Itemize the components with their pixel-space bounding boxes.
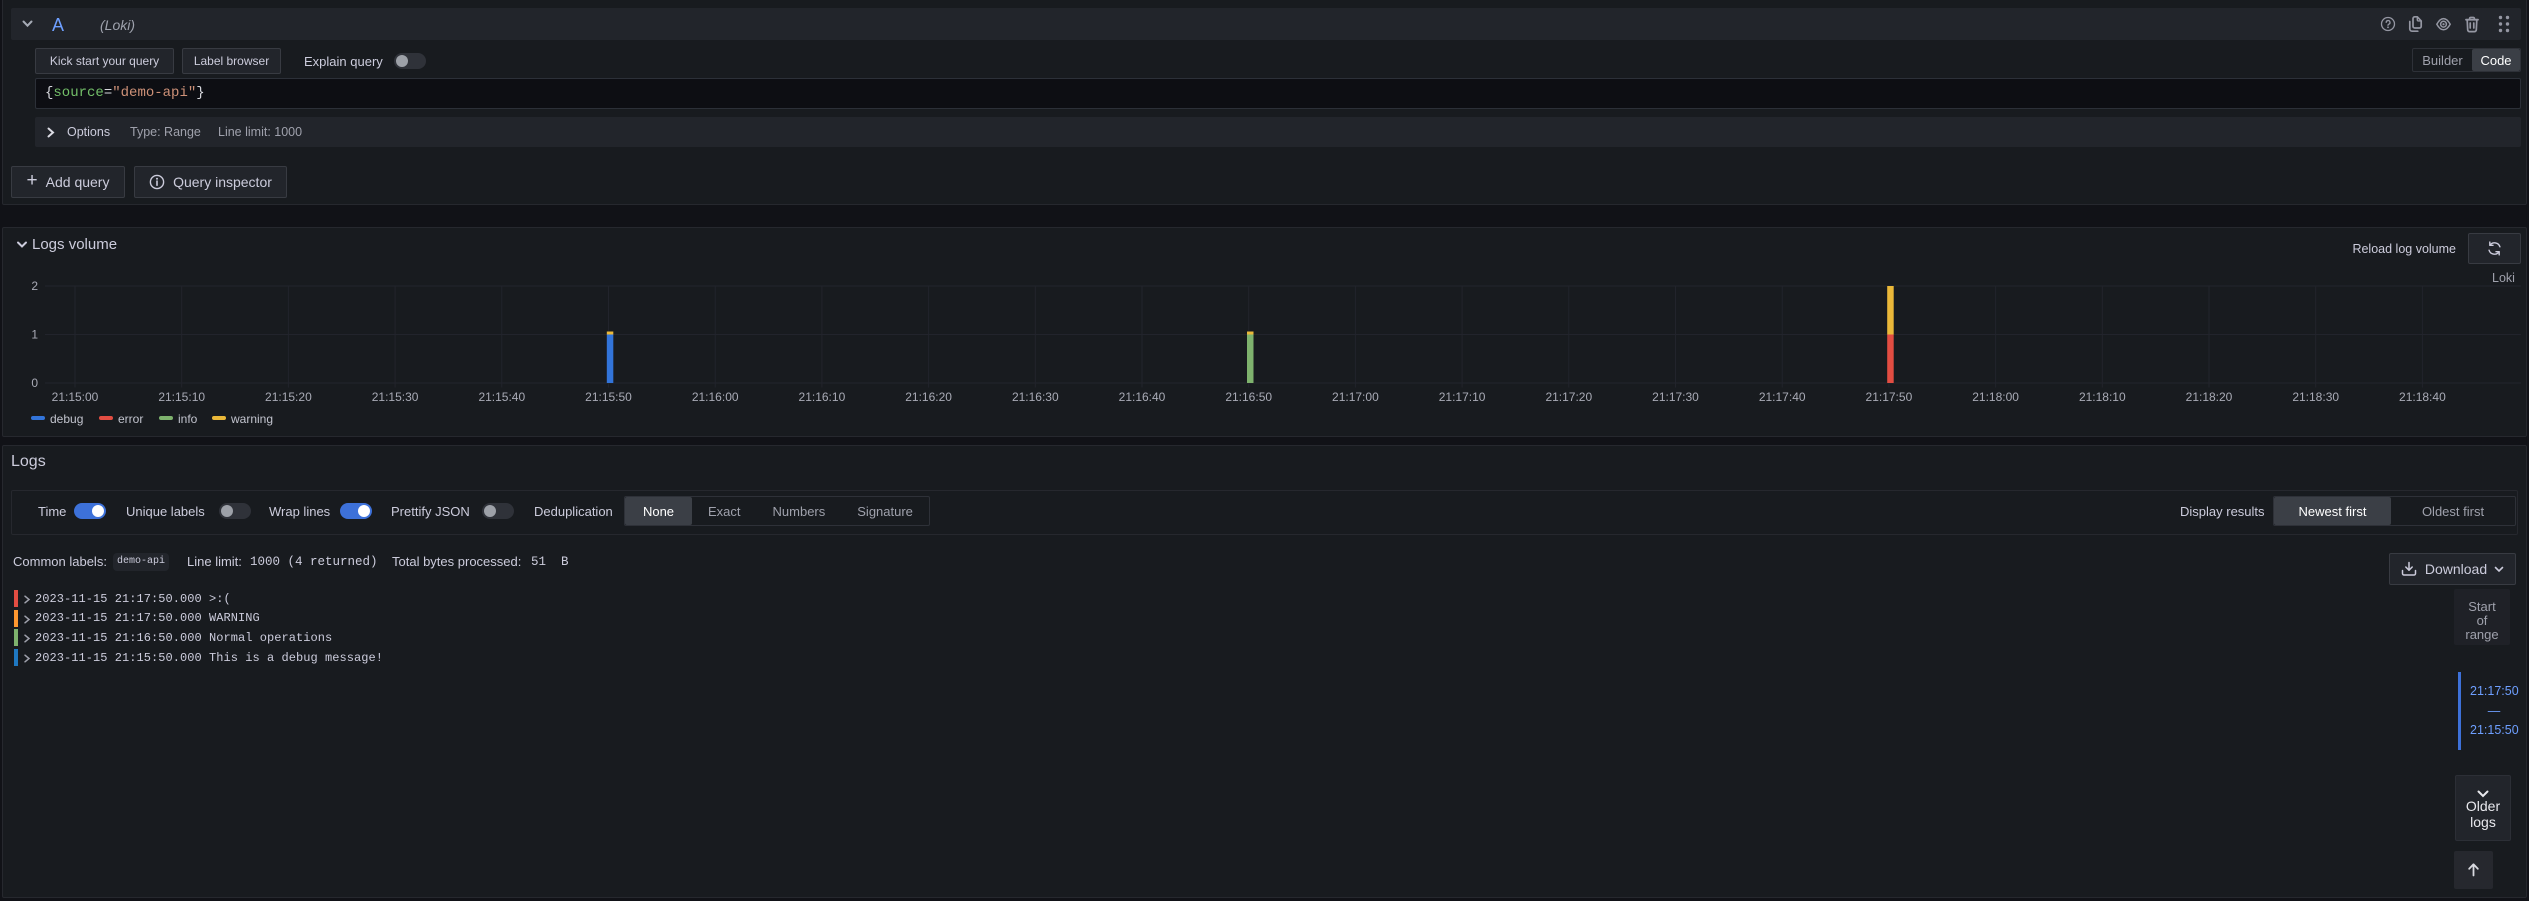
svg-text:21:16:10: 21:16:10: [799, 390, 846, 404]
svg-text:2: 2: [31, 279, 38, 293]
svg-text:21:17:20: 21:17:20: [1545, 390, 1592, 404]
svg-text:21:15:30: 21:15:30: [372, 390, 419, 404]
svg-text:0: 0: [31, 376, 38, 390]
svg-text:21:16:00: 21:16:00: [692, 390, 739, 404]
svg-text:21:16:50: 21:16:50: [1225, 390, 1272, 404]
svg-text:21:15:50: 21:15:50: [585, 390, 632, 404]
svg-text:21:17:40: 21:17:40: [1759, 390, 1806, 404]
svg-text:21:15:40: 21:15:40: [478, 390, 525, 404]
svg-text:21:17:00: 21:17:00: [1332, 390, 1379, 404]
svg-text:21:16:40: 21:16:40: [1119, 390, 1166, 404]
svg-text:21:15:20: 21:15:20: [265, 390, 312, 404]
svg-text:1: 1: [31, 328, 38, 342]
svg-text:info: info: [178, 412, 198, 426]
svg-text:21:17:50: 21:17:50: [1866, 390, 1913, 404]
svg-text:debug: debug: [50, 412, 83, 426]
svg-text:21:18:00: 21:18:00: [1972, 390, 2019, 404]
svg-text:21:15:00: 21:15:00: [52, 390, 99, 404]
svg-text:21:16:30: 21:16:30: [1012, 390, 1059, 404]
svg-text:21:18:40: 21:18:40: [2399, 390, 2446, 404]
svg-text:21:16:20: 21:16:20: [905, 390, 952, 404]
svg-text:21:18:20: 21:18:20: [2186, 390, 2233, 404]
svg-text:warning: warning: [230, 412, 273, 426]
svg-text:21:17:10: 21:17:10: [1439, 390, 1486, 404]
svg-text:error: error: [118, 412, 143, 426]
svg-text:21:15:10: 21:15:10: [158, 390, 205, 404]
svg-text:21:18:30: 21:18:30: [2292, 390, 2339, 404]
svg-text:21:18:10: 21:18:10: [2079, 390, 2126, 404]
svg-text:21:17:30: 21:17:30: [1652, 390, 1699, 404]
